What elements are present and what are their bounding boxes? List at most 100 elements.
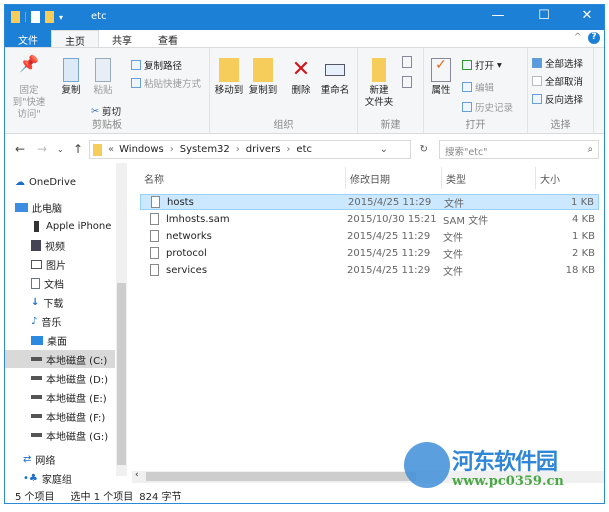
sidebar-item-drive-c[interactable]: 本地磁盘 (C:): [5, 350, 115, 368]
breadcrumb-etc[interactable]: etc: [296, 144, 312, 155]
breadcrumb-system32[interactable]: System32: [180, 144, 230, 155]
paste-button[interactable]: 粘贴: [91, 58, 115, 97]
sidebar-item-network[interactable]: ⇄ 网络: [23, 450, 115, 468]
open-button[interactable]: 打开 ▾: [462, 58, 502, 72]
sidebar-item-downloads[interactable]: ↓ 下载: [31, 293, 115, 311]
sidebar-item-pictures[interactable]: 图片: [31, 255, 115, 273]
select-none-button[interactable]: 全部取消: [532, 74, 583, 88]
file-type: 文件: [443, 266, 463, 278]
forward-button[interactable]: →: [37, 142, 47, 156]
address-bar[interactable]: « Windows › System32 › drivers › etc ⌄ ↻: [89, 140, 428, 159]
tab-view[interactable]: 查看: [145, 30, 191, 47]
sidebar-item-iphone[interactable]: Apple iPhone: [31, 217, 115, 235]
column-header-name[interactable]: 名称: [140, 167, 346, 189]
new-folder-button[interactable]: 新建 文件夹: [362, 58, 396, 109]
open-icon: [462, 60, 472, 70]
close-button[interactable]: ✕: [572, 8, 602, 23]
search-input[interactable]: 搜索"etc" ⌕: [439, 140, 599, 159]
breadcrumb-drivers[interactable]: drivers: [246, 144, 281, 155]
drive-icon: [31, 433, 42, 437]
column-header-type[interactable]: 类型: [442, 167, 536, 189]
new-item-icon[interactable]: [402, 56, 412, 68]
sidebar-item-documents[interactable]: 文档: [31, 274, 115, 292]
copy-button[interactable]: 复制: [59, 58, 83, 97]
file-date: 2015/4/25 11:29: [347, 247, 431, 259]
path-overflow[interactable]: «: [108, 144, 114, 155]
recent-locations-icon[interactable]: ⌄: [57, 145, 64, 154]
scrollbar-thumb[interactable]: [117, 283, 126, 465]
copy-path-button[interactable]: 复制路径: [131, 58, 182, 72]
sidebar-item-videos[interactable]: 视频: [31, 236, 115, 254]
customize-dropdown-icon[interactable]: ▾: [59, 13, 63, 22]
refresh-icon[interactable]: ↻: [420, 144, 428, 155]
edit-button[interactable]: 编辑: [462, 80, 494, 94]
file-row[interactable]: services 2015/4/25 11:29 文件 18 KB: [140, 262, 599, 278]
file-name: protocol: [166, 247, 207, 259]
copy-to-button[interactable]: 复制到: [248, 58, 278, 97]
file-icon: [150, 264, 159, 276]
window-title: etc: [91, 11, 107, 22]
tab-home[interactable]: 主页: [51, 30, 99, 48]
pin-quick-access-button[interactable]: 📌 固定到"快速访问": [9, 56, 49, 121]
file-row[interactable]: networks 2015/4/25 11:29 文件 1 KB: [140, 228, 599, 244]
file-row[interactable]: protocol 2015/4/25 11:29 文件 2 KB: [140, 245, 599, 261]
open-group: ✓ 属性 打开 ▾ 编辑 历史记录 打开: [424, 48, 528, 134]
select-all-button[interactable]: 全部选择: [532, 56, 583, 70]
back-button[interactable]: ←: [15, 142, 25, 156]
explorer-window: ▾ etc — ☐ ✕ 文件 主页 共享 查看 ^ ? 📌 固定到"快速访问" 复…: [4, 4, 605, 504]
tab-file[interactable]: 文件: [5, 30, 51, 47]
cloud-icon: ☁: [15, 176, 25, 188]
file-row[interactable]: hosts 2015/4/25 11:29 文件 1 KB: [140, 194, 599, 210]
file-icon: [150, 247, 159, 259]
paste-shortcut-icon: [131, 78, 141, 88]
selected-size: 824 字节: [139, 492, 182, 503]
sidebar-item-desktop[interactable]: 桌面: [31, 331, 115, 349]
new-group: 新建 文件夹 新建: [358, 48, 424, 134]
delete-button[interactable]: ✕ 删除: [288, 58, 314, 97]
help-icon[interactable]: ?: [588, 32, 600, 44]
file-row[interactable]: lmhosts.sam 2015/10/30 15:21 SAM 文件 4 KB: [140, 211, 599, 227]
tab-share[interactable]: 共享: [99, 30, 145, 47]
invert-selection-button[interactable]: 反向选择: [532, 92, 583, 106]
sidebar-item-music[interactable]: ♪ 音乐: [31, 312, 115, 330]
column-header-date[interactable]: 修改日期: [346, 167, 442, 189]
new-folder-icon[interactable]: [45, 11, 54, 23]
sidebar-scrollbar[interactable]: [116, 163, 127, 476]
drive-icon: [31, 395, 42, 399]
column-header-size[interactable]: 大小: [536, 167, 598, 189]
minimize-button[interactable]: —: [483, 8, 513, 23]
folder-icon: [93, 143, 102, 156]
open-group-label: 打开: [465, 120, 486, 131]
maximize-button[interactable]: ☐: [529, 8, 559, 23]
file-size: 2 KB: [572, 247, 595, 259]
search-icon: ⌕: [587, 144, 593, 155]
collapse-ribbon-icon[interactable]: ^: [574, 32, 582, 43]
rename-button[interactable]: 重命名: [318, 58, 352, 97]
sidebar-item-drive-d[interactable]: 本地磁盘 (D:): [31, 369, 115, 387]
paste-shortcut-button[interactable]: 粘贴快捷方式: [131, 76, 201, 90]
copy-to-icon: [253, 58, 273, 82]
address-dropdown-icon[interactable]: ⌄: [380, 144, 388, 155]
phone-icon: [34, 220, 39, 232]
sidebar-item-drive-g[interactable]: 本地磁盘 (G:): [31, 426, 115, 444]
properties-button[interactable]: ✓ 属性: [428, 58, 454, 97]
file-type: 文件: [443, 232, 463, 244]
file-size: 1 KB: [572, 230, 595, 242]
properties-icon[interactable]: [31, 11, 40, 23]
history-button[interactable]: 历史记录: [462, 100, 513, 114]
sidebar-item-this-pc[interactable]: 此电脑: [15, 198, 115, 216]
easy-access-icon[interactable]: [402, 76, 412, 88]
breadcrumb-windows[interactable]: Windows: [119, 144, 164, 155]
up-button[interactable]: ↑: [73, 142, 83, 156]
sidebar-item-drive-e[interactable]: 本地磁盘 (E:): [31, 388, 115, 406]
organize-group: 移动到 复制到 ✕ 删除 重命名 组织: [210, 48, 358, 134]
invert-selection-icon: [532, 94, 542, 104]
download-icon: ↓: [31, 296, 40, 308]
sidebar-item-drive-f[interactable]: 本地磁盘 (F:): [31, 407, 115, 425]
sidebar-item-onedrive[interactable]: ☁ OneDrive: [15, 173, 115, 191]
move-to-button[interactable]: 移动到: [214, 58, 244, 97]
pictures-icon: [31, 259, 42, 269]
file-name: hosts: [167, 196, 194, 208]
sidebar-item-homegroup[interactable]: •♣ 家庭组: [23, 469, 115, 485]
scrollbar-thumb[interactable]: [146, 472, 416, 481]
